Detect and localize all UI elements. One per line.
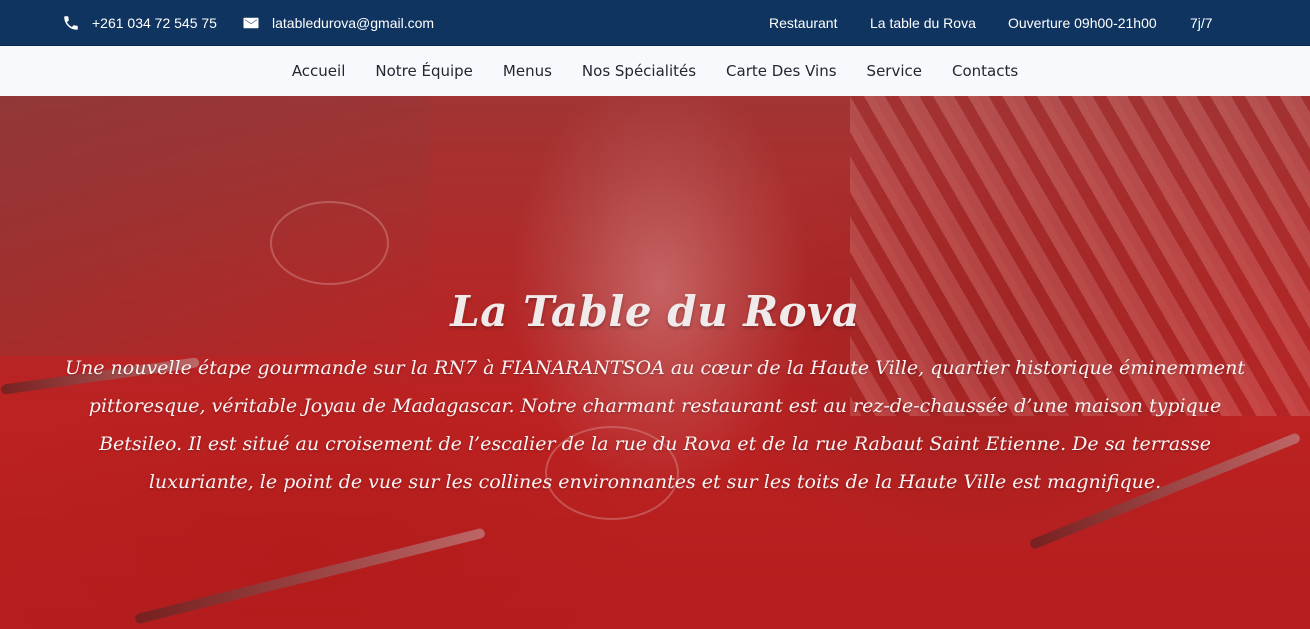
- topbar-opening-hours: Ouverture 09h00-21h00: [1008, 15, 1157, 31]
- email-address: latabledurova@gmail.com: [272, 15, 435, 31]
- nav-item-menus[interactable]: Menus: [503, 62, 552, 80]
- topbar-days-open: 7j/7: [1190, 15, 1213, 31]
- hero-title: La Table du Rova: [450, 287, 860, 337]
- nav-item-carte-des-vins[interactable]: Carte Des Vins: [726, 62, 837, 80]
- phone-link[interactable]: +261 034 72 545 75: [62, 0, 217, 46]
- nav-item-service[interactable]: Service: [867, 62, 922, 80]
- nav-item-specialites[interactable]: Nos Spécialités: [582, 62, 696, 80]
- email-link[interactable]: latabledurova@gmail.com: [242, 0, 434, 46]
- nav-item-contacts[interactable]: Contacts: [952, 62, 1018, 80]
- phone-number: +261 034 72 545 75: [92, 15, 217, 31]
- top-info-bar: +261 034 72 545 75 latabledurova@gmail.c…: [0, 0, 1310, 46]
- phone-icon: [62, 14, 80, 32]
- hero-description: Une nouvelle étape gourmande sur la RN7 …: [65, 357, 1245, 493]
- topbar-restaurant-name: La table du Rova: [870, 15, 976, 31]
- hero-section: La Table du Rova Une nouvelle étape gour…: [0, 96, 1310, 629]
- envelope-icon: [242, 14, 260, 32]
- nav-item-accueil[interactable]: Accueil: [292, 62, 346, 80]
- main-nav: Accueil Notre Équipe Menus Nos Spécialit…: [0, 46, 1310, 96]
- nav-item-notre-equipe[interactable]: Notre Équipe: [375, 62, 473, 80]
- topbar-restaurant: Restaurant: [769, 15, 838, 31]
